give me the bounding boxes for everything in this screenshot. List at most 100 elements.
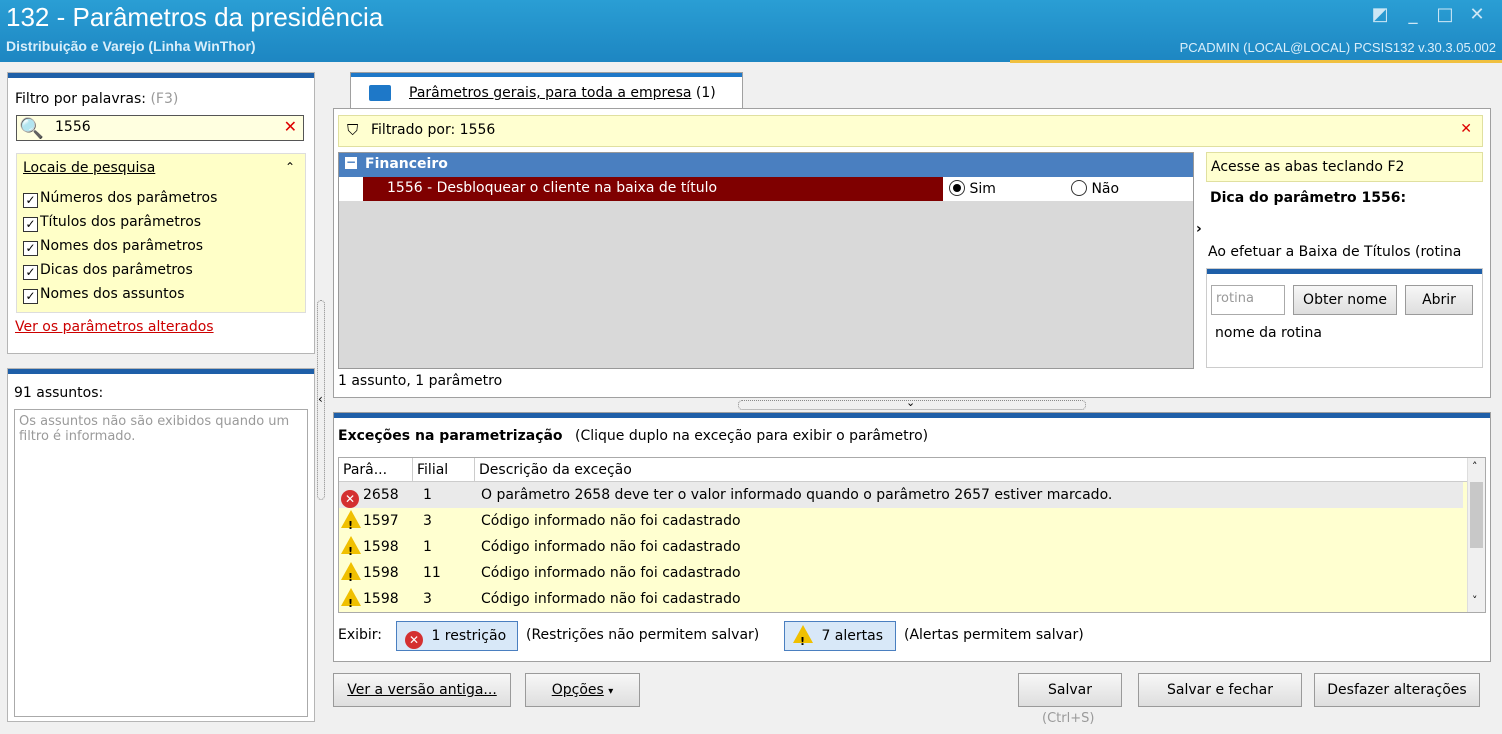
save-close-button[interactable]: Salvar e fechar (1138, 673, 1302, 707)
tree-group-row[interactable]: − Financeiro (339, 153, 1193, 177)
scroll-down-icon[interactable]: ˅ (1472, 594, 1478, 607)
tab-general-params[interactable]: Parâmetros gerais, para toda a empresa (… (350, 72, 743, 110)
clear-search-icon[interactable]: ✕ (284, 117, 297, 136)
row-param: 1597 (363, 513, 399, 529)
row-desc: Código informado não foi cadastrado (481, 591, 741, 607)
exceptions-panel: Exceções na parametrização (Clique duplo… (333, 412, 1491, 662)
old-version-button[interactable]: Ver a versão antiga... (333, 673, 511, 707)
panel-accent (334, 413, 1490, 418)
tree-status: 1 assunto, 1 parâmetro (338, 373, 503, 389)
tab-label-row: Parâmetros gerais, para toda a empresa (… (409, 85, 716, 101)
col-filial[interactable]: Filial (413, 458, 475, 482)
undo-button[interactable]: Desfazer alterações (1314, 673, 1480, 707)
radio-selected-icon[interactable] (949, 180, 965, 196)
vertical-scrollbar[interactable]: ˄ ˅ (1467, 458, 1485, 612)
param-row-1556[interactable]: 1556 - Desbloquear o cliente na baixa de… (339, 177, 1193, 201)
option-numbers[interactable]: ✓ Números dos parâmetros (23, 190, 217, 208)
tab-accent (351, 73, 742, 77)
params-tree[interactable]: − Financeiro 1556 - Desbloquear o client… (338, 152, 1194, 369)
options-button[interactable]: Opções ▾ (525, 673, 640, 707)
scroll-thumb[interactable] (1470, 482, 1483, 548)
dropdown-icon: ▾ (608, 686, 614, 697)
collapse-icon[interactable]: ⌃ (285, 160, 295, 174)
get-name-button[interactable]: Obter nome (1293, 285, 1397, 315)
radio-yes-label: Sim (969, 181, 996, 197)
radio-no-label: Não (1091, 181, 1120, 197)
option-label: Dicas dos parâmetros (40, 262, 193, 278)
row-desc: O parâmetro 2658 deve ter o valor inform… (481, 487, 1113, 503)
table-row[interactable]: ! 1598 3 Código informado não foi cadast… (339, 586, 1463, 612)
panel-accent (8, 73, 314, 78)
tab-count: (1) (695, 85, 716, 101)
option-label: Títulos dos parâmetros (40, 214, 202, 230)
exceptions-header: Exceções na parametrização (Clique duplo… (338, 428, 928, 444)
checkbox-icon[interactable]: ✓ (23, 193, 38, 208)
row-param: 1598 (363, 539, 399, 555)
alerts-note: (Alertas permitem salvar) (904, 627, 1084, 643)
chevron-down-icon[interactable]: ⌄ (906, 396, 915, 409)
window-title: 132 - Parâmetros da presidência (6, 2, 384, 32)
filter-status-text: Filtrado por: 1556 (371, 122, 496, 138)
option-subjects[interactable]: ✓ Nomes dos assuntos (23, 286, 185, 304)
radio-yes[interactable]: Sim (949, 180, 996, 197)
tabs-hint-box: Acesse as abas teclando F2 (1206, 152, 1483, 182)
option-titles[interactable]: ✓ Títulos dos parâmetros (23, 214, 201, 232)
row-desc: Código informado não foi cadastrado (481, 513, 741, 529)
row-filial: 3 (423, 513, 432, 529)
restore-icon[interactable]: ◩ (1365, 4, 1395, 26)
routine-input[interactable]: rotina (1211, 285, 1285, 315)
filter-shortcut: (F3) (150, 91, 179, 107)
options-label: Opções (551, 682, 604, 698)
chevron-left-icon[interactable]: ‹ (318, 392, 323, 406)
radio-no[interactable]: Não (1071, 180, 1119, 197)
exceptions-grid[interactable]: Parâ... Filial Descrição da exceção ✕ 26… (338, 457, 1486, 613)
open-button[interactable]: Abrir (1405, 285, 1473, 315)
checkbox-icon[interactable]: ✓ (23, 289, 38, 304)
col-param[interactable]: Parâ... (339, 458, 413, 482)
row-param: 2658 (363, 487, 399, 503)
scroll-up-icon[interactable]: ˄ (1472, 460, 1478, 473)
table-row[interactable]: ! 1598 1 Código informado não foi cadast… (339, 534, 1463, 560)
option-label: Nomes dos parâmetros (40, 238, 204, 254)
alerts-toggle[interactable]: ! 7 alertas (784, 621, 896, 651)
hint-title: Dica do parâmetro 1556: (1210, 190, 1407, 206)
subjects-list[interactable]: Os assuntos não são exibidos quando um f… (14, 409, 308, 717)
maximize-icon[interactable]: □ (1430, 4, 1460, 26)
minimize-icon[interactable]: _ (1398, 4, 1428, 26)
changed-params-link[interactable]: Ver os parâmetros alterados (15, 319, 214, 335)
save-shortcut: (Ctrl+S) (1042, 711, 1095, 726)
warning-icon: ! (341, 508, 361, 534)
table-row[interactable]: ! 1598 11 Código informado não foi cadas… (339, 560, 1463, 586)
collapse-group-icon[interactable]: − (345, 156, 357, 169)
param-label-cell: 1556 - Desbloquear o cliente na baixa de… (363, 177, 943, 201)
table-row[interactable]: ✕ 2658 1 O parâmetro 2658 deve ter o val… (339, 482, 1463, 508)
restrictions-toggle[interactable]: ✕ 1 restrição (396, 621, 518, 651)
option-hints[interactable]: ✓ Dicas dos parâmetros (23, 262, 193, 280)
save-button[interactable]: Salvar (1018, 673, 1122, 707)
option-label: Números dos parâmetros (40, 190, 218, 206)
subjects-panel: 91 assuntos: Os assuntos não são exibido… (7, 368, 315, 722)
option-names[interactable]: ✓ Nomes dos parâmetros (23, 238, 203, 256)
tabs-hint-text: Acesse as abas teclando F2 (1211, 159, 1405, 175)
row-filial: 1 (423, 487, 432, 503)
window-subtitle: Distribuição e Varejo (Linha WinThor) (6, 38, 256, 54)
row-param: 1598 (363, 565, 399, 581)
table-row[interactable]: ! 1597 3 Código informado não foi cadast… (339, 508, 1463, 534)
title-bar: 132 - Parâmetros da presidência Distribu… (0, 0, 1502, 62)
hint-text: Ao efetuar a Baixa de Títulos (rotina (1208, 244, 1462, 260)
checkbox-icon[interactable]: ✓ (23, 265, 38, 280)
row-filial: 11 (423, 565, 441, 581)
folder-icon (369, 85, 391, 101)
restrictions-label: 1 restrição (431, 628, 507, 644)
checkbox-icon[interactable]: ✓ (23, 217, 38, 232)
checkbox-icon[interactable]: ✓ (23, 241, 38, 256)
restrictions-note: (Restrições não permitem salvar) (526, 627, 760, 643)
radio-unselected-icon[interactable] (1071, 180, 1087, 196)
col-description[interactable]: Descrição da exceção (475, 458, 1455, 482)
search-input[interactable]: 🔍 1556 ✕ (16, 115, 304, 141)
hint-chevron-icon[interactable]: › (1196, 221, 1202, 237)
tab-label: Parâmetros gerais, para toda a empresa (409, 85, 692, 101)
warning-icon: ! (341, 586, 361, 612)
clear-filter-icon[interactable]: ✕ (1460, 121, 1472, 137)
close-icon[interactable]: ✕ (1462, 4, 1492, 26)
